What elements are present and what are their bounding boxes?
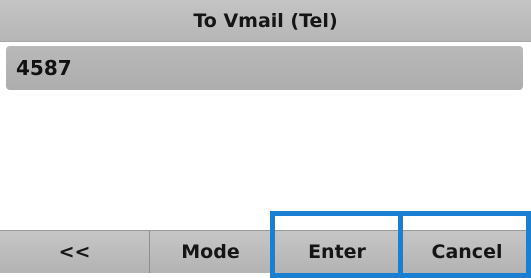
- enter-softkey[interactable]: Enter: [272, 231, 403, 273]
- title-bar: To Vmail (Tel): [0, 0, 531, 42]
- back-softkey[interactable]: <<: [0, 231, 150, 273]
- number-entry-field[interactable]: 4587: [6, 46, 523, 90]
- softkey-bar: << Mode Enter Cancel: [0, 230, 531, 273]
- screen-title: To Vmail (Tel): [193, 9, 338, 32]
- cancel-softkey[interactable]: Cancel: [403, 231, 531, 273]
- mode-softkey[interactable]: Mode: [150, 231, 272, 273]
- entry-value: 4587: [16, 56, 72, 80]
- phone-screen: To Vmail (Tel) 4587 << Mode Enter Cancel: [0, 0, 531, 278]
